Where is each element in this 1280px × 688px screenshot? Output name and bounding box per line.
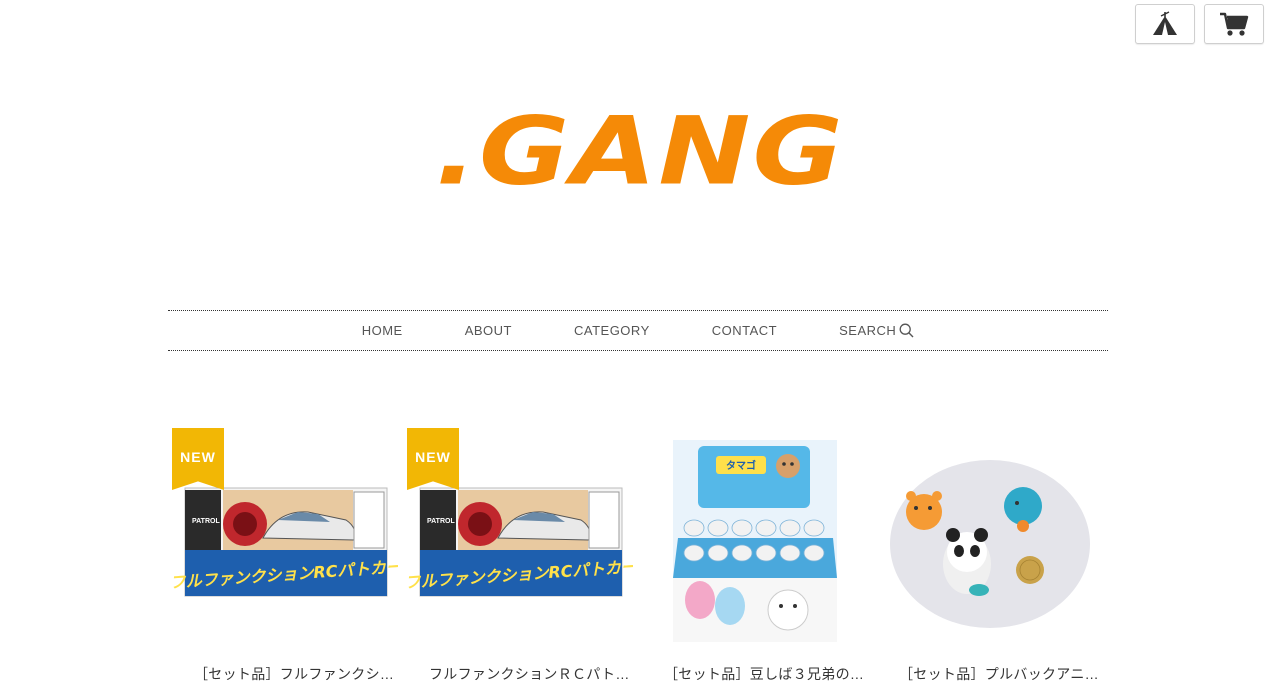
product-image-pullback-animals [890,460,1090,628]
cart-icon [1220,12,1249,36]
nav-contact-label: CONTACT [711,323,778,338]
product-box-label: タマゴ [726,459,756,472]
main-nav: HOME ABOUT CATEGORY CONTACT SEARCH [168,310,1108,351]
product-name[interactable]: ［セット品］プルバックアニ… [899,664,1099,684]
header-icons [1135,4,1264,44]
page: .GANG HOME ABOUT CATEGORY CONTACT SEARCH… [0,0,1280,688]
cart-button[interactable] [1204,4,1264,44]
search-icon [899,323,914,338]
product-box-side-text: PATROL [192,518,220,525]
nav-category[interactable]: CATEGORY [574,323,650,338]
nav-about-label: ABOUT [464,323,512,338]
product-box-side-text: PATROL [427,518,455,525]
nav-about[interactable]: ABOUT [465,323,512,338]
site-logo[interactable]: .GANG [0,104,1280,198]
new-badge: NEW [407,428,459,490]
new-badge: NEW [172,428,224,490]
nav-search[interactable]: SEARCH [839,323,914,338]
product-name[interactable]: フルファンクションＲＣパト… [429,664,629,684]
nav-home-label: HOME [361,323,403,338]
tent-icon [1153,11,1177,35]
product-name[interactable]: ［セット品］豆しば３兄弟の… [664,664,864,684]
product-card[interactable]: PATROL フルファンクションRCパトカー NEW ［セット品］フルファンクシ… [168,428,398,688]
nav-search-label: SEARCH [839,323,897,338]
nav-category-label: CATEGORY [573,323,650,338]
product-card[interactable]: ［セット品］プルバックアニ… [873,428,1103,688]
product-name[interactable]: ［セット品］フルファンクシ… [194,664,394,684]
tent-button[interactable] [1135,4,1195,44]
product-card[interactable]: PATROL フルファンクションRCパトカー NEW フルファンクションＲＣパト… [403,428,633,688]
nav-home[interactable]: HOME [362,323,403,338]
nav-contact[interactable]: CONTACT [712,323,777,338]
product-card[interactable]: タマゴ ［セット品］豆しば３兄弟の… [638,428,868,688]
product-image-egg-display-box: タマゴ [673,440,837,642]
